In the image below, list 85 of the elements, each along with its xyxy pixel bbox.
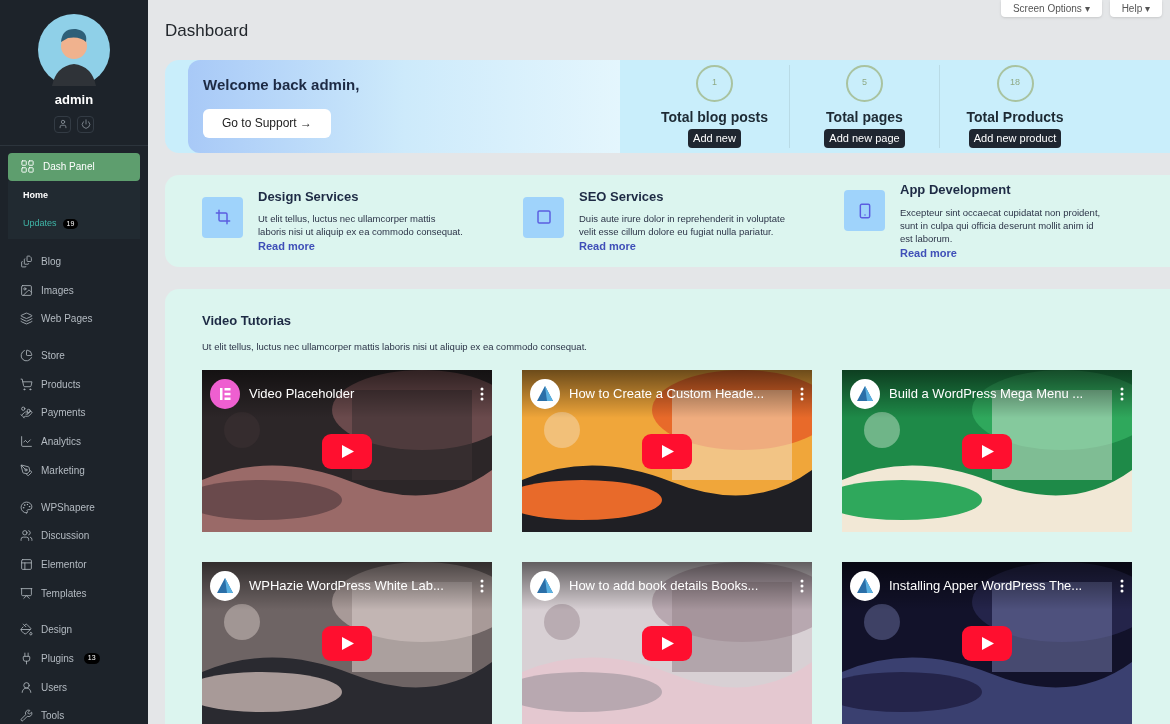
pages-icon bbox=[20, 255, 33, 269]
read-more-link[interactable]: Read more bbox=[579, 238, 794, 255]
menu-item[interactable]: Web Pages bbox=[8, 304, 140, 334]
menu-item[interactable]: Analytics bbox=[8, 427, 140, 456]
line-chart-icon bbox=[20, 435, 33, 449]
add-button[interactable]: Add new page bbox=[824, 128, 905, 148]
channel-logo-icon bbox=[530, 571, 560, 601]
menu-item[interactable]: Discussion bbox=[8, 521, 140, 551]
hand-coins-icon bbox=[20, 406, 33, 420]
channel-logo-icon bbox=[210, 379, 240, 409]
video-title: Installing Apper WordPress The... bbox=[889, 577, 1084, 596]
menu-item[interactable]: Images bbox=[8, 275, 140, 305]
layers-icon bbox=[20, 312, 33, 326]
image-icon bbox=[20, 283, 33, 297]
play-button-icon[interactable] bbox=[322, 434, 372, 469]
more-options-icon[interactable] bbox=[480, 387, 484, 401]
channel-logo-icon bbox=[530, 379, 560, 409]
wrench-icon bbox=[20, 709, 33, 723]
menu-item[interactable]: Design bbox=[8, 615, 140, 645]
video-player[interactable]: Build a WordPress Mega Menu ... bbox=[842, 370, 1132, 532]
pen-icon bbox=[20, 463, 33, 477]
video-title: WPHazie WordPress White Lab... bbox=[249, 577, 445, 596]
section-title: Video Tutorias bbox=[202, 312, 293, 331]
cart-icon bbox=[20, 377, 33, 391]
menu-item[interactable]: Marketing bbox=[8, 456, 140, 485]
people-icon bbox=[20, 529, 33, 543]
read-more-link[interactable]: Read more bbox=[258, 238, 473, 255]
service-title: Design Services bbox=[258, 187, 360, 206]
menu-item[interactable]: Users bbox=[8, 672, 140, 702]
channel-logo-icon bbox=[210, 571, 240, 601]
more-options-icon[interactable] bbox=[1120, 579, 1124, 593]
video-title: Video Placeholder bbox=[249, 385, 356, 404]
palette-icon bbox=[20, 500, 33, 514]
menu-item[interactable]: Products bbox=[8, 369, 140, 399]
user-icon bbox=[20, 680, 33, 694]
add-button[interactable]: Add new bbox=[688, 128, 741, 148]
stat-label: Total pages bbox=[826, 107, 903, 127]
more-options-icon[interactable] bbox=[1120, 387, 1124, 401]
stat-label: Total blog posts bbox=[660, 107, 769, 127]
menu-item[interactable]: Blog bbox=[8, 247, 140, 276]
service-title: SEO Services bbox=[579, 187, 665, 206]
user-icon bbox=[57, 119, 68, 129]
service-description: Ut elit tellus, luctus nec ullamcorper mattis laboris nisi ut aliquip ex ea commodo consequat. bbox=[258, 212, 464, 239]
video-title: How to Create a Custom Heade... bbox=[569, 385, 766, 404]
plug-icon bbox=[20, 651, 33, 665]
service-description: Duis aute irure dolor in reprehenderit in voluptate velit esse cillum dolore eu fugiat nulla pariatur. bbox=[579, 212, 786, 239]
add-button[interactable]: Add new product bbox=[968, 128, 1062, 148]
page-title: Dashboard bbox=[165, 20, 250, 42]
play-button-icon[interactable] bbox=[322, 626, 372, 661]
paint-bucket-icon bbox=[20, 623, 33, 637]
tab-button[interactable]: Help ▾ bbox=[1109, 0, 1162, 17]
support-button[interactable]: Go to Support → bbox=[203, 108, 331, 138]
service-description: Excepteur sint occaecat cupidatat non proident, sunt in culpa qui officia deserunt mollit anim id est laborum. bbox=[900, 205, 1102, 245]
submenu-item[interactable]: Home bbox=[8, 182, 140, 211]
power-icon bbox=[80, 119, 91, 129]
menu-item[interactable]: Payments bbox=[8, 398, 140, 428]
section-description: Ut elit tellus, luctus nec ullamcorper mattis laboris nisi ut aliquip ex ea commodo consequat. bbox=[202, 339, 588, 354]
channel-logo-icon bbox=[850, 379, 880, 409]
pie-chart-icon bbox=[20, 349, 33, 363]
tab-button[interactable]: Screen Options ▾ bbox=[1000, 0, 1102, 17]
video-player[interactable]: How to Create a Custom Heade... bbox=[522, 370, 812, 532]
read-more-link[interactable]: Read more bbox=[900, 244, 1115, 262]
video-title: How to add book details Books... bbox=[569, 577, 760, 596]
layout-icon bbox=[20, 557, 33, 571]
menu-item[interactable]: Store bbox=[8, 341, 140, 370]
grid-icon bbox=[20, 159, 35, 175]
user-name: admin bbox=[54, 91, 94, 109]
profile-button[interactable] bbox=[54, 115, 71, 133]
menu-item[interactable]: WPShapere bbox=[8, 492, 140, 522]
service-title: App Development bbox=[900, 181, 1012, 200]
welcome-heading: Welcome back admin, bbox=[203, 75, 361, 96]
channel-logo-icon bbox=[850, 571, 880, 601]
menu-item[interactable]: Templates bbox=[8, 578, 140, 608]
play-button-icon[interactable] bbox=[962, 626, 1012, 661]
avatar bbox=[38, 14, 110, 86]
menu-item[interactable]: Tools bbox=[8, 701, 140, 724]
screen-icon bbox=[20, 586, 33, 600]
video-player[interactable]: Video Placeholder bbox=[202, 370, 492, 532]
video-title: Build a WordPress Mega Menu ... bbox=[889, 385, 1085, 404]
stat-label: Total Products bbox=[966, 107, 1064, 127]
logout-button[interactable] bbox=[77, 115, 94, 133]
video-player[interactable]: WPHazie WordPress White Lab... bbox=[202, 562, 492, 724]
more-options-icon[interactable] bbox=[800, 387, 804, 401]
menu-item[interactable]: Elementor bbox=[8, 550, 140, 579]
video-player[interactable]: Installing Apper WordPress The... bbox=[842, 562, 1132, 724]
